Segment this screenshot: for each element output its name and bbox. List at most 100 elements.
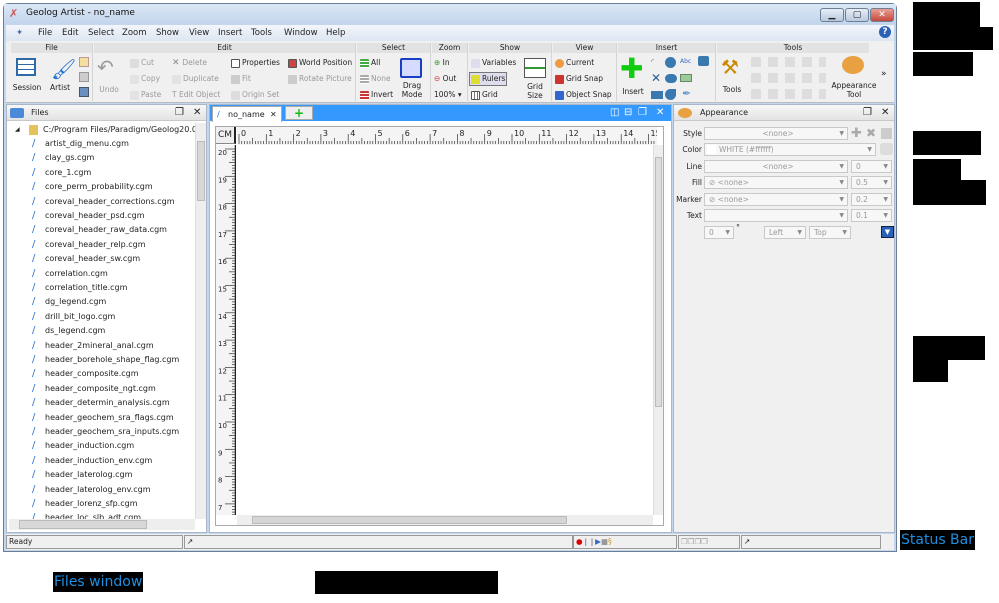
file-list-item[interactable]: / coreval_header_corrections.cgm [32,196,175,206]
grid-snap-toggle[interactable]: Grid Snap [555,74,603,84]
tree-root[interactable]: C:/Program Files/Paradigm/Geolog20.0/ [43,125,195,134]
session-button[interactable]: Session [11,83,43,92]
text-size-dropdown[interactable]: 0.1 ▼ [851,209,892,222]
new-tab-button[interactable]: + [285,106,313,120]
menu-help[interactable]: Help [326,28,345,38]
file-list-item[interactable]: / header_induction_env.cgm [32,455,152,465]
text-angle-dropdown[interactable]: 0 ▼ [704,226,734,239]
file-list-item[interactable]: / header_composite_ngt.cgm [32,383,156,393]
copy-button[interactable]: Copy [130,74,160,84]
artist-button[interactable]: Artist [45,83,75,92]
file-list-item[interactable]: / header_lorenz_sfp.cgm [32,499,137,509]
select-none-button[interactable]: None [360,74,391,84]
file-list-item[interactable]: / core_1.cgm [32,167,91,177]
close-document-icon[interactable]: ✕ [656,107,664,118]
canvas-horizontal-scrollbar[interactable] [237,515,653,525]
link-icon[interactable]: ↗ [187,537,193,546]
scroll-thumb[interactable] [197,141,205,201]
save-icon[interactable] [79,72,89,82]
image-icon[interactable] [698,56,709,66]
scroll-thumb[interactable] [252,516,567,524]
color-picker-icon[interactable] [880,143,893,155]
scroll-thumb[interactable] [655,157,662,407]
file-list-item[interactable]: / artist_dig_menu.cgm [32,139,129,149]
cut-button[interactable]: Cut [130,58,154,68]
text-dropdown[interactable]: ▼ [704,209,848,222]
select-all-button[interactable]: All [360,58,380,68]
delete-button[interactable]: ✕ Delete [172,58,207,68]
file-list-item[interactable]: / drill_bit_logo.cgm [32,311,115,321]
curve-icon[interactable]: ◜ [651,57,654,66]
marker-dropdown[interactable]: ⊘ <none> ▼ [704,193,848,206]
file-list-item[interactable]: / coreval_header_raw_data.cgm [32,225,167,235]
cross-icon[interactable]: ✕ [651,71,661,85]
horizontal-align-dropdown[interactable]: Left ▼ [764,226,806,239]
menu-window[interactable]: Window [284,28,318,38]
current-view-button[interactable]: Current [555,58,594,68]
menu-file[interactable]: File [38,28,52,38]
open-icon[interactable] [79,57,89,67]
minimize-button[interactable]: ▁ [820,8,844,22]
close-panel-icon[interactable]: ✕ [881,105,889,121]
quick-access-icon[interactable]: ✦ [16,28,23,38]
file-list-item[interactable]: / core_perm_probability.cgm [32,182,153,192]
line-dropdown[interactable]: <none> ▼ [704,160,848,173]
file-list-item[interactable]: / header_2mineral_anal.cgm [32,340,154,350]
rotate-picture-button[interactable]: Rotate Picture [288,74,352,84]
menu-tools[interactable]: Tools [251,28,272,38]
add-style-icon[interactable]: ✚ [851,126,862,141]
float-icon[interactable]: ❐ [175,105,184,121]
pause-icon[interactable]: ❙❙ [583,537,596,546]
drawing-canvas[interactable] [237,145,653,515]
style-dropdown[interactable]: <none> ▼ [704,127,848,140]
edit-object-button[interactable]: T Edit Object [172,90,220,99]
file-list-item[interactable]: / clay_gs.cgm [32,153,94,163]
circle-icon[interactable] [665,57,676,68]
script-icon[interactable]: § [608,537,612,546]
help-icon[interactable]: ? [879,26,891,38]
expand-icon[interactable]: ▼ [881,226,894,238]
object-snap-toggle[interactable]: Object Snap [555,90,612,100]
split-vertical-icon[interactable]: ◫ [610,107,619,118]
text-box-icon[interactable]: Abc [680,58,691,65]
zoom-out-button[interactable]: ⊖ Out [434,74,456,83]
file-list-item[interactable]: / coreval_header_sw.cgm [32,254,140,264]
marker-size-dropdown[interactable]: 0.2 ▼ [851,193,892,206]
appearance-tool-button[interactable]: Appearance Tool [831,81,877,99]
document-tab[interactable]: / no_name ✕ [212,106,282,122]
label-icon[interactable] [680,74,692,82]
zoom-in-button[interactable]: ⊕ In [434,58,450,67]
file-list-item[interactable]: / header_geochem_sra_inputs.cgm [32,427,179,437]
split-horizontal-icon[interactable]: ⊟ [624,107,632,118]
origin-set-button[interactable]: Origin Set [231,90,279,100]
stop-icon[interactable]: ■ [601,537,608,546]
ellipse-icon[interactable] [665,74,677,83]
file-list-item[interactable]: / coreval_header_psd.cgm [32,211,145,221]
tab-close-icon[interactable]: ✕ [270,107,277,122]
tree-collapse-icon[interactable]: ◢ [15,126,20,133]
float-icon[interactable]: ❐ [863,105,872,121]
file-list-item[interactable]: / header_geochem_sra_flags.cgm [32,412,174,422]
vertical-align-dropdown[interactable]: Top ▼ [809,226,851,239]
window-layout-icons[interactable]: ❐❐❐❐ [678,535,740,549]
pie-icon[interactable] [665,89,676,100]
color-dropdown[interactable]: WHITE (#ffffff) ▼ [704,143,876,156]
menu-zoom[interactable]: Zoom [122,28,147,38]
float-icon[interactable]: ❐ [638,107,647,118]
file-list-item[interactable]: / coreval_header_relp.cgm [32,239,146,249]
close-panel-icon[interactable]: ✕ [193,105,201,121]
menu-insert[interactable]: Insert [218,28,242,38]
file-list-item[interactable]: / header_induction.cgm [32,441,134,451]
pen-icon[interactable]: ✒ [682,87,691,100]
rectangle-icon[interactable] [651,91,663,99]
insert-button[interactable]: Insert [618,87,648,96]
scroll-thumb[interactable] [19,520,147,529]
fill-dropdown[interactable]: ⊘ <none> ▼ [704,176,848,189]
tools-button[interactable]: Tools [717,85,747,94]
fit-button[interactable]: Fit [231,74,251,84]
file-list-item[interactable]: / correlation_title.cgm [32,283,127,293]
menu-show[interactable]: Show [156,28,179,38]
close-button[interactable]: ✕ [870,8,894,22]
paste-button[interactable]: Paste [130,90,161,100]
print-icon[interactable] [79,87,89,97]
